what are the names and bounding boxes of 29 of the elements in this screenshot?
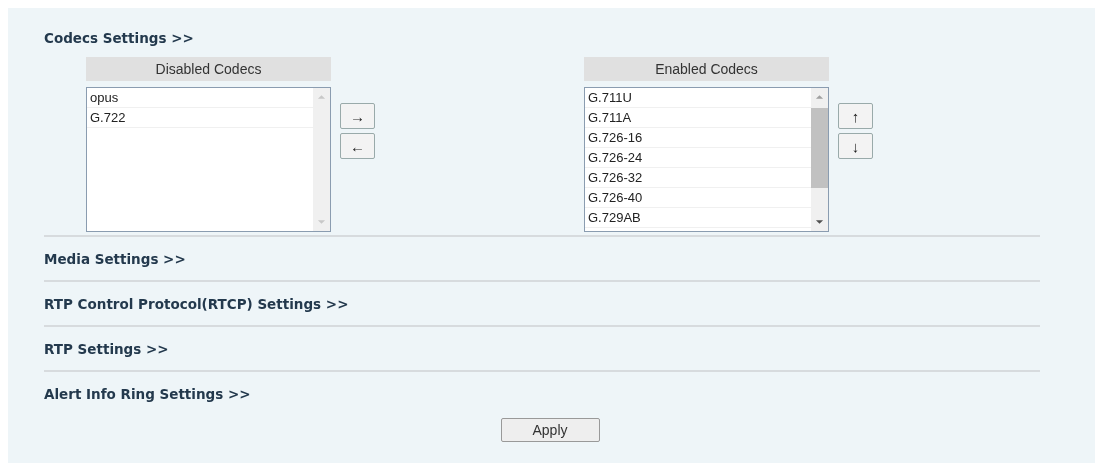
scrollbar[interactable] bbox=[811, 88, 828, 231]
scroll-thumb[interactable] bbox=[811, 108, 828, 188]
list-header: Enabled Codecs bbox=[584, 57, 829, 81]
codec-option[interactable]: G.726-40 bbox=[585, 188, 811, 208]
codec-listbox[interactable]: G.711U G.711A G.726-16 G.726-24 G.726-32 G.726-40 G.729AB bbox=[584, 87, 829, 232]
section-title[interactable]: Alert Info Ring Settings >> bbox=[44, 385, 251, 402]
codec-option[interactable]: G.726-16 bbox=[585, 128, 811, 148]
scroll-up-icon[interactable] bbox=[317, 94, 326, 100]
codec-listbox[interactable]: opus G.722 bbox=[86, 87, 331, 232]
codec-option[interactable]: G.711U bbox=[585, 88, 811, 108]
codec-option[interactable]: G.726-24 bbox=[585, 148, 811, 168]
order-button[interactable]: ↑ bbox=[838, 103, 873, 129]
section-title[interactable]: Media Settings >> bbox=[44, 250, 186, 267]
codec-option[interactable]: G.722 bbox=[87, 108, 313, 128]
section-title[interactable]: RTP Control Protocol(RTCP) Settings >> bbox=[44, 295, 349, 312]
scroll-up-icon[interactable] bbox=[815, 94, 824, 100]
order-button[interactable]: ↓ bbox=[838, 133, 873, 159]
codec-option[interactable]: opus bbox=[87, 88, 313, 108]
codec-option[interactable]: G.729AB bbox=[585, 208, 811, 228]
move-button[interactable]: ← bbox=[340, 133, 375, 159]
section-title[interactable]: Codecs Settings >> bbox=[44, 30, 194, 46]
scrollbar[interactable] bbox=[313, 88, 330, 231]
codec-option[interactable]: G.726-32 bbox=[585, 168, 811, 188]
scroll-down-icon[interactable] bbox=[815, 219, 824, 225]
section-title[interactable]: RTP Settings >> bbox=[44, 340, 169, 357]
apply-button[interactable]: Apply bbox=[500, 418, 600, 442]
list-header: Disabled Codecs bbox=[86, 57, 331, 81]
move-button[interactable]: → bbox=[340, 103, 375, 129]
codec-option[interactable]: G.711A bbox=[585, 108, 811, 128]
